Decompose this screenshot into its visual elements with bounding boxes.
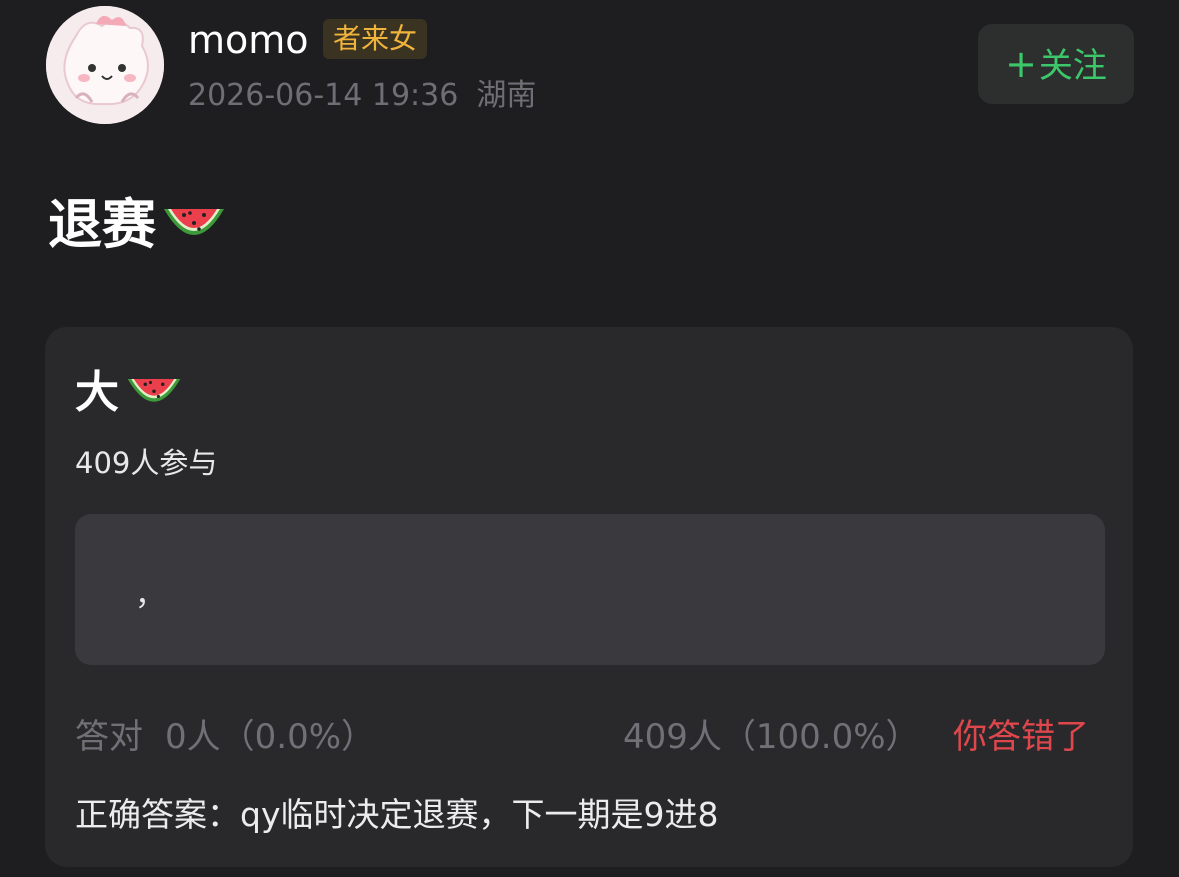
- post-date: 2026-06-14 19:36: [188, 78, 459, 113]
- post-location: 湖南: [476, 78, 537, 113]
- quiz-card: 大 409人参与 ， 答对 0人（0.0%） 409人（100.0%） 你答错了 …: [45, 327, 1133, 867]
- post-meta: 2026-06-14 19:36 湖南: [188, 76, 536, 116]
- post-title-text: 退赛: [48, 193, 156, 256]
- follow-button[interactable]: +关注: [978, 24, 1134, 104]
- watermelon-icon: [164, 209, 224, 235]
- follow-label: 关注: [1038, 46, 1107, 86]
- participant-count: 409人参与: [75, 446, 218, 480]
- quiz-option-text: ，: [135, 578, 165, 613]
- username[interactable]: momo: [188, 16, 309, 64]
- post-title: 退赛: [48, 192, 228, 258]
- quiz-title: 大: [75, 365, 185, 421]
- plus-icon: +: [1005, 42, 1037, 86]
- quiz-title-text: 大: [75, 367, 119, 418]
- watermelon-icon: [127, 379, 181, 402]
- wrong-stat: 409人（100.0%）: [623, 717, 920, 757]
- avatar-illustration: [46, 6, 164, 124]
- correct-label: 答对: [75, 717, 143, 757]
- correct-answer: 正确答案：qy临时决定退赛，下一期是9进8: [75, 795, 719, 834]
- quiz-option[interactable]: ，: [75, 514, 1105, 665]
- correct-stat: 答对 0人（0.0%）: [75, 715, 375, 759]
- correct-value: 0人（0.0%）: [165, 717, 376, 757]
- avatar[interactable]: [46, 6, 164, 124]
- result-status: 你答错了: [953, 717, 1089, 757]
- user-badge: 者来女: [323, 19, 428, 59]
